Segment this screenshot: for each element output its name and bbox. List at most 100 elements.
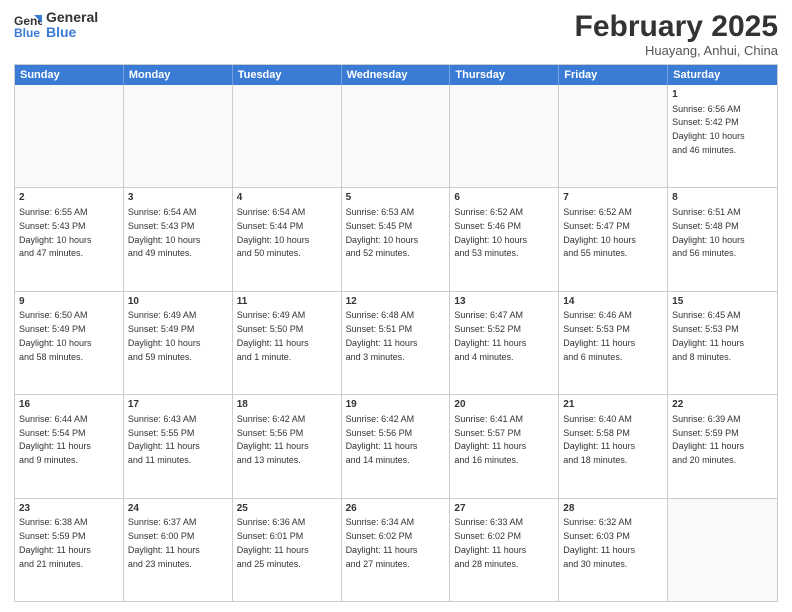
day-info: Sunrise: 6:50 AM Sunset: 5:49 PM Dayligh… xyxy=(19,310,92,361)
day-info: Sunrise: 6:32 AM Sunset: 6:03 PM Dayligh… xyxy=(563,517,635,568)
day-number: 4 xyxy=(237,191,337,205)
logo-line2: Blue xyxy=(46,25,98,40)
location: Huayang, Anhui, China xyxy=(575,43,778,58)
day-info: Sunrise: 6:42 AM Sunset: 5:56 PM Dayligh… xyxy=(237,414,309,465)
day-number: 24 xyxy=(128,502,228,516)
day-number: 14 xyxy=(563,295,663,309)
cal-cell: 25Sunrise: 6:36 AM Sunset: 6:01 PM Dayli… xyxy=(233,499,342,601)
day-info: Sunrise: 6:56 AM Sunset: 5:42 PM Dayligh… xyxy=(672,104,745,155)
cal-cell: 26Sunrise: 6:34 AM Sunset: 6:02 PM Dayli… xyxy=(342,499,451,601)
day-number: 11 xyxy=(237,295,337,309)
svg-text:Blue: Blue xyxy=(14,26,40,39)
day-number: 15 xyxy=(672,295,773,309)
cal-cell xyxy=(342,85,451,187)
day-info: Sunrise: 6:43 AM Sunset: 5:55 PM Dayligh… xyxy=(128,414,200,465)
logo-icon: General Blue xyxy=(14,11,42,39)
cal-cell: 21 Sunrise: 6:40 AM Sunset: 5:58 PM Dayli… xyxy=(559,395,668,497)
day-info: Sunrise: 6:54 AM Sunset: 5:44 PM Dayligh… xyxy=(237,207,310,258)
cal-cell xyxy=(124,85,233,187)
cal-cell: 8 Sunrise: 6:51 AM Sunset: 5:48 PM Daylig… xyxy=(668,188,777,290)
day-number: 1 xyxy=(672,88,773,102)
cal-cell xyxy=(233,85,342,187)
day-number: 8 xyxy=(672,191,773,205)
day-info: Sunrise: 6:42 AM Sunset: 5:56 PM Dayligh… xyxy=(346,414,418,465)
day-info: Sunrise: 6:36 AM Sunset: 6:01 PM Dayligh… xyxy=(237,517,309,568)
cal-cell: 20Sunrise: 6:41 AM Sunset: 5:57 PM Dayli… xyxy=(450,395,559,497)
day-info: Sunrise: 6:33 AM Sunset: 6:02 PM Dayligh… xyxy=(454,517,526,568)
day-info: Sunrise: 6:40 AM Sunset: 5:58 PM Dayligh… xyxy=(563,414,635,465)
cal-cell: 18Sunrise: 6:42 AM Sunset: 5:56 PM Dayli… xyxy=(233,395,342,497)
day-number: 25 xyxy=(237,502,337,516)
day-info: Sunrise: 6:52 AM Sunset: 5:46 PM Dayligh… xyxy=(454,207,527,258)
calendar-body: 1 Sunrise: 6:56 AM Sunset: 5:42 PM Daylig… xyxy=(15,85,777,601)
day-number: 9 xyxy=(19,295,119,309)
header-right: February 2025 Huayang, Anhui, China xyxy=(575,10,778,58)
day-number: 5 xyxy=(346,191,446,205)
cal-row: 9Sunrise: 6:50 AM Sunset: 5:49 PM Daylig… xyxy=(15,291,777,394)
weekday-header-saturday: Saturday xyxy=(668,65,777,85)
cal-cell: 19 Sunrise: 6:42 AM Sunset: 5:56 PM Dayli… xyxy=(342,395,451,497)
cal-cell: 17 Sunrise: 6:43 AM Sunset: 5:55 PM Dayli… xyxy=(124,395,233,497)
day-number: 12 xyxy=(346,295,446,309)
day-info: Sunrise: 6:34 AM Sunset: 6:02 PM Dayligh… xyxy=(346,517,418,568)
day-number: 2 xyxy=(19,191,119,205)
weekday-header-tuesday: Tuesday xyxy=(233,65,342,85)
cal-cell: 24Sunrise: 6:37 AM Sunset: 6:00 PM Dayli… xyxy=(124,499,233,601)
day-info: Sunrise: 6:54 AM Sunset: 5:43 PM Dayligh… xyxy=(128,207,201,258)
cal-row: 2 Sunrise: 6:55 AM Sunset: 5:43 PM Daylig… xyxy=(15,187,777,290)
cal-cell: 28Sunrise: 6:32 AM Sunset: 6:03 PM Dayli… xyxy=(559,499,668,601)
calendar-header: SundayMondayTuesdayWednesdayThursdayFrid… xyxy=(15,65,777,85)
logo-line1: General xyxy=(46,10,98,25)
day-number: 26 xyxy=(346,502,446,516)
logo: General Blue General Blue xyxy=(14,10,98,41)
weekday-header-monday: Monday xyxy=(124,65,233,85)
cal-cell: 22Sunrise: 6:39 AM Sunset: 5:59 PM Dayli… xyxy=(668,395,777,497)
day-info: Sunrise: 6:48 AM Sunset: 5:51 PM Dayligh… xyxy=(346,310,418,361)
cal-row: 23Sunrise: 6:38 AM Sunset: 5:59 PM Dayli… xyxy=(15,498,777,601)
day-info: Sunrise: 6:49 AM Sunset: 5:50 PM Dayligh… xyxy=(237,310,309,361)
weekday-header-wednesday: Wednesday xyxy=(342,65,451,85)
calendar: SundayMondayTuesdayWednesdayThursdayFrid… xyxy=(14,64,778,602)
cal-cell: 3 Sunrise: 6:54 AM Sunset: 5:43 PM Daylig… xyxy=(124,188,233,290)
day-info: Sunrise: 6:47 AM Sunset: 5:52 PM Dayligh… xyxy=(454,310,526,361)
cal-cell: 14Sunrise: 6:46 AM Sunset: 5:53 PM Dayli… xyxy=(559,292,668,394)
cal-row: 16Sunrise: 6:44 AM Sunset: 5:54 PM Dayli… xyxy=(15,394,777,497)
cal-cell: 13Sunrise: 6:47 AM Sunset: 5:52 PM Dayli… xyxy=(450,292,559,394)
cal-cell: 2 Sunrise: 6:55 AM Sunset: 5:43 PM Daylig… xyxy=(15,188,124,290)
cal-cell: 15Sunrise: 6:45 AM Sunset: 5:53 PM Dayli… xyxy=(668,292,777,394)
cal-cell xyxy=(450,85,559,187)
cal-cell: 5 Sunrise: 6:53 AM Sunset: 5:45 PM Daylig… xyxy=(342,188,451,290)
day-number: 28 xyxy=(563,502,663,516)
cal-cell: 23Sunrise: 6:38 AM Sunset: 5:59 PM Dayli… xyxy=(15,499,124,601)
page-header: General Blue General Blue February 2025 … xyxy=(14,10,778,58)
day-info: Sunrise: 6:46 AM Sunset: 5:53 PM Dayligh… xyxy=(563,310,635,361)
day-info: Sunrise: 6:41 AM Sunset: 5:57 PM Dayligh… xyxy=(454,414,526,465)
day-number: 7 xyxy=(563,191,663,205)
cal-cell: 11Sunrise: 6:49 AM Sunset: 5:50 PM Dayli… xyxy=(233,292,342,394)
day-number: 16 xyxy=(19,398,119,412)
cal-cell: 16Sunrise: 6:44 AM Sunset: 5:54 PM Dayli… xyxy=(15,395,124,497)
day-info: Sunrise: 6:55 AM Sunset: 5:43 PM Dayligh… xyxy=(19,207,92,258)
day-number: 21 xyxy=(563,398,663,412)
day-info: Sunrise: 6:51 AM Sunset: 5:48 PM Dayligh… xyxy=(672,207,745,258)
day-number: 10 xyxy=(128,295,228,309)
cal-row: 1 Sunrise: 6:56 AM Sunset: 5:42 PM Daylig… xyxy=(15,85,777,187)
cal-cell: 1 Sunrise: 6:56 AM Sunset: 5:42 PM Daylig… xyxy=(668,85,777,187)
day-info: Sunrise: 6:45 AM Sunset: 5:53 PM Dayligh… xyxy=(672,310,744,361)
day-number: 19 xyxy=(346,398,446,412)
weekday-header-sunday: Sunday xyxy=(15,65,124,85)
cal-cell: 10Sunrise: 6:49 AM Sunset: 5:49 PM Dayli… xyxy=(124,292,233,394)
day-number: 27 xyxy=(454,502,554,516)
day-number: 3 xyxy=(128,191,228,205)
day-info: Sunrise: 6:37 AM Sunset: 6:00 PM Dayligh… xyxy=(128,517,200,568)
day-info: Sunrise: 6:39 AM Sunset: 5:59 PM Dayligh… xyxy=(672,414,744,465)
month-title: February 2025 xyxy=(575,10,778,43)
day-info: Sunrise: 6:38 AM Sunset: 5:59 PM Dayligh… xyxy=(19,517,91,568)
day-info: Sunrise: 6:53 AM Sunset: 5:45 PM Dayligh… xyxy=(346,207,419,258)
cal-cell: 7Sunrise: 6:52 AM Sunset: 5:47 PM Daylig… xyxy=(559,188,668,290)
cal-cell xyxy=(668,499,777,601)
cal-cell: 9Sunrise: 6:50 AM Sunset: 5:49 PM Daylig… xyxy=(15,292,124,394)
weekday-header-friday: Friday xyxy=(559,65,668,85)
day-number: 17 xyxy=(128,398,228,412)
day-number: 6 xyxy=(454,191,554,205)
